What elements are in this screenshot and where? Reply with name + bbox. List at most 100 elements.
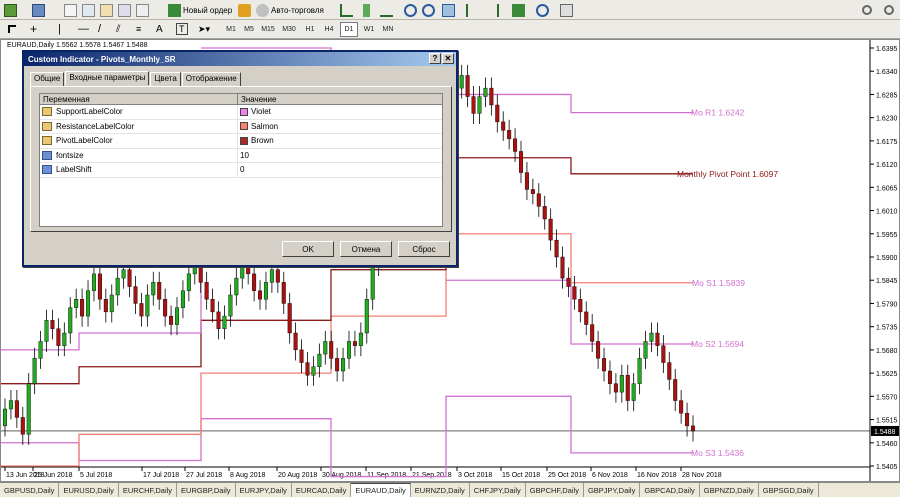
param-row[interactable]: fontsize 10 [40, 148, 442, 163]
symbol-tab[interactable]: GBPNZD,Daily [700, 483, 759, 497]
chart-shift-icon[interactable] [466, 3, 479, 17]
symbol-tab[interactable]: EURNZD,Daily [411, 483, 470, 497]
tester-icon[interactable] [136, 3, 149, 17]
param-value-cell[interactable]: Violet [238, 105, 442, 119]
param-value-cell[interactable]: Salmon [238, 120, 442, 134]
symbol-tab[interactable]: EURJPY,Daily [236, 483, 292, 497]
timeframe-m15[interactable]: M15 [259, 22, 277, 37]
zoom-in-icon[interactable] [404, 3, 417, 17]
market-watch-icon[interactable] [64, 3, 77, 17]
symbol-tab[interactable]: EURCAD,Daily [292, 483, 352, 497]
cursor-icon[interactable] [8, 22, 16, 36]
timeframe-d1[interactable]: D1 [340, 22, 358, 37]
bar-chart-icon[interactable] [340, 3, 353, 17]
current-price-label: 1.5488 [874, 429, 896, 436]
symbol-tab[interactable]: CHFJPY,Daily [470, 483, 526, 497]
param-row[interactable]: ResistanceLabelColor Salmon [40, 119, 442, 134]
ok-button[interactable]: OK [282, 241, 334, 257]
candle-body [542, 206, 547, 220]
search-icon[interactable] [862, 3, 872, 17]
timeframe-h1[interactable]: H1 [301, 22, 319, 37]
candle-body [14, 400, 19, 418]
metaeditor-icon[interactable] [238, 3, 251, 17]
tile-windows-icon[interactable] [442, 3, 455, 17]
profiles-icon[interactable] [32, 3, 45, 17]
timeframe-h4[interactable]: H4 [320, 22, 338, 37]
candlestick-icon[interactable] [360, 3, 370, 17]
param-value-cell[interactable]: 10 [238, 149, 442, 163]
param-row[interactable]: LabelShift 0 [40, 163, 442, 178]
arrows-icon[interactable]: ➤▾ [198, 22, 210, 36]
symbol-tab[interactable]: EURAUD,Daily [351, 483, 411, 497]
new-order-label: Новый ордер [183, 5, 233, 15]
periods-icon[interactable] [536, 3, 549, 17]
candle-body [275, 269, 280, 283]
inputs-panel: Переменная Значение SupportLabelColor Vio… [30, 86, 452, 232]
int-param-icon [42, 150, 52, 160]
cancel-button[interactable]: Отмена [340, 241, 392, 257]
candle-body [602, 358, 607, 372]
param-value-cell[interactable]: 0 [238, 163, 442, 177]
trendline-icon[interactable]: / [98, 22, 101, 36]
text-tool-icon[interactable]: A [156, 22, 163, 36]
timeframe-mn[interactable]: MN [379, 22, 397, 37]
candle-body [8, 400, 13, 410]
terminal-icon[interactable] [118, 3, 131, 17]
tab-inputs[interactable]: Входные параметры [65, 71, 150, 85]
param-row[interactable]: SupportLabelColor Violet [40, 105, 442, 120]
tab-common[interactable]: Общие [30, 72, 65, 86]
indicators-icon[interactable] [512, 3, 525, 17]
symbol-tab[interactable]: EURGBP,Daily [177, 483, 236, 497]
tab-colors[interactable]: Цвета [150, 72, 181, 86]
candle-body [210, 299, 215, 313]
symbol-tab[interactable]: EURUSD,Daily [59, 483, 119, 497]
candle-body [97, 273, 102, 300]
horizontal-line-icon[interactable]: — [78, 22, 89, 36]
price-tick-label: 1.5405 [876, 464, 898, 471]
close-button[interactable]: ✕ [442, 53, 454, 64]
price-tick-label: 1.6230 [876, 116, 898, 123]
date-tick-label: 28 Nov 2018 [682, 472, 722, 479]
timeframe-w1[interactable]: W1 [360, 22, 378, 37]
new-order-button[interactable]: Новый ордер [168, 3, 232, 17]
line-chart-icon[interactable] [380, 3, 393, 17]
candle-body [198, 265, 203, 283]
dialog-titlebar[interactable]: Custom Indicator - Pivots_Monthly_SR ? ✕ [24, 52, 456, 66]
text-label-icon[interactable]: T [176, 22, 188, 36]
symbol-tab[interactable]: EURCHF,Daily [119, 483, 178, 497]
data-window-icon[interactable] [82, 3, 95, 17]
symbol-tab[interactable]: GBPJPY,Daily [584, 483, 641, 497]
autoscroll-icon[interactable] [486, 3, 499, 17]
param-value-cell[interactable]: Brown [238, 134, 442, 148]
candle-body [163, 299, 168, 317]
templates-icon[interactable] [560, 3, 573, 17]
reset-button[interactable]: Сброс [398, 241, 450, 257]
fibonacci-icon[interactable]: ≡ [136, 22, 141, 36]
timeframe-m30[interactable]: M30 [280, 22, 298, 37]
timeframe-m5[interactable]: M5 [240, 22, 258, 37]
candle-body [667, 362, 672, 380]
help-button[interactable]: ? [429, 53, 441, 64]
tab-visualization[interactable]: Отображение [181, 72, 241, 86]
symbol-tab[interactable]: GBPCAD,Daily [640, 483, 700, 497]
candle-body [68, 307, 73, 334]
candle-body [530, 189, 535, 194]
symbol-tab[interactable]: GBPSGD,Daily [759, 483, 819, 497]
date-tick-label: 20 Aug 2018 [278, 472, 317, 479]
navigator-icon[interactable] [100, 3, 113, 17]
symbol-tab[interactable]: GBPCHF,Daily [526, 483, 584, 497]
new-chart-icon[interactable] [4, 3, 17, 17]
symbol-tab[interactable]: GBPUSD,Daily [0, 483, 60, 497]
candle-body [673, 379, 678, 401]
crosshair-icon[interactable]: + [30, 22, 37, 36]
candle-body [269, 269, 274, 283]
vertical-line-icon[interactable]: | [58, 22, 61, 36]
candle-body [578, 299, 583, 313]
zoom-out-icon[interactable] [422, 3, 435, 17]
param-value: 10 [240, 150, 249, 160]
param-row[interactable]: PivotLabelColor Brown [40, 134, 442, 149]
timeframe-m1[interactable]: M1 [222, 22, 240, 37]
settings-icon[interactable] [884, 3, 894, 17]
channel-icon[interactable]: ⫽ [116, 22, 120, 36]
autotrading-button[interactable]: Авто-торговля [256, 3, 324, 17]
